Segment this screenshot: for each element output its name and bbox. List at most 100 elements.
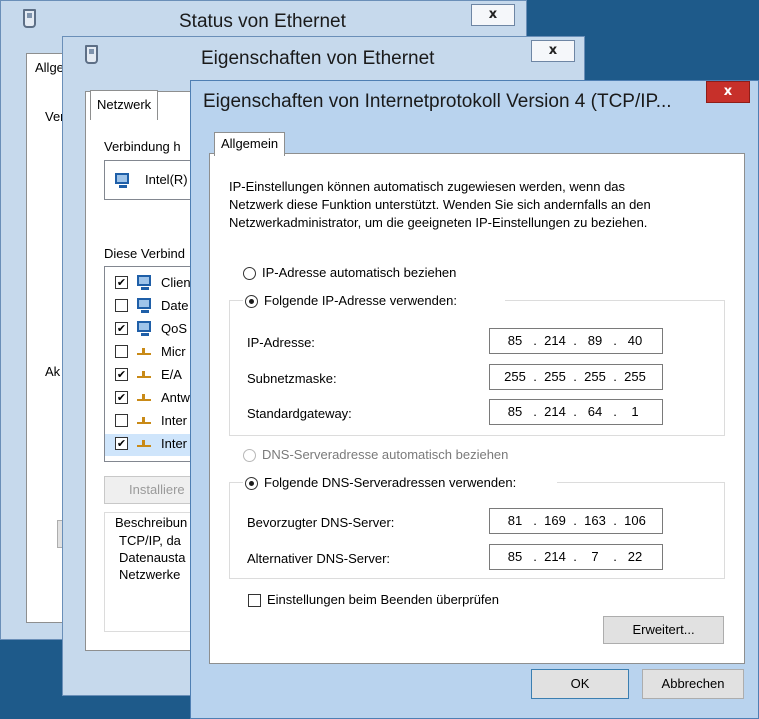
intro-text-line: Netzwerk diese Funktion unterstützt. Wen…	[229, 197, 651, 212]
dns-auto-label: DNS-Serveradresse automatisch beziehen	[262, 447, 509, 462]
protocol-icon	[137, 371, 151, 379]
description-line: Datenausta	[119, 550, 186, 565]
component-label: Micr	[161, 344, 186, 359]
network-client-icon	[137, 275, 151, 290]
ip-octet: 1	[631, 404, 639, 419]
default-gateway-field[interactable]: 85 . 214 . 64 . 1	[489, 399, 663, 425]
network-adapter-icon	[115, 173, 129, 188]
tab-netzwerk[interactable]: Netzwerk	[90, 90, 159, 120]
ipv4-window-title: Eigenschaften von Internetprotokoll Vers…	[203, 91, 672, 112]
protocol-icon	[137, 440, 151, 448]
octet-separator: .	[533, 404, 537, 419]
ip-octet: 255	[584, 369, 606, 384]
component-label: E/A	[161, 367, 182, 382]
ip-octet: 64	[587, 404, 603, 419]
ipv4-titlebar[interactable]: Eigenschaften von Internetprotokoll Vers…	[191, 81, 758, 117]
computer-icon	[137, 298, 151, 313]
components-label: Diese Verbind	[104, 246, 185, 261]
intro-text-line: IP-Einstellungen können automatisch zuge…	[229, 179, 626, 194]
component-label: Antw	[161, 390, 190, 405]
ip-address-label: IP-Adresse:	[247, 335, 315, 350]
ok-button[interactable]: OK	[531, 669, 629, 699]
ip-octet: 214	[544, 333, 566, 348]
network-adapter-icon	[23, 9, 36, 28]
validate-settings-label: Einstellungen beim Beenden überprüfen	[267, 592, 500, 607]
component-label: Clien	[161, 275, 191, 290]
ip-octet: 255	[544, 369, 566, 384]
close-button[interactable]: x	[531, 40, 575, 62]
component-checkbox[interactable]: ✔	[115, 368, 128, 381]
validate-settings-option[interactable]: Einstellungen beim Beenden überprüfen	[248, 590, 548, 612]
component-checkbox[interactable]	[115, 299, 128, 312]
close-button[interactable]: x	[471, 4, 515, 26]
status-titlebar[interactable]: Status von Ethernet x	[1, 1, 526, 37]
preferred-dns-field[interactable]: 81 . 169 . 163 . 106	[489, 508, 663, 534]
ip-octet: 89	[587, 333, 603, 348]
component-checkbox[interactable]: ✔	[115, 437, 128, 450]
dns-manual-radio-option[interactable]: Folgende DNS-Serveradressen verwenden:	[243, 474, 557, 494]
alternate-dns-label: Alternativer DNS-Server:	[247, 551, 391, 566]
component-checkbox[interactable]	[115, 345, 128, 358]
dns-auto-radio-option[interactable]: DNS-Serveradresse automatisch beziehen	[243, 446, 563, 466]
tab-allgemein[interactable]: Allgemein	[214, 132, 286, 156]
ip-auto-radio-option[interactable]: IP-Adresse automatisch beziehen	[243, 264, 503, 284]
properties-titlebar[interactable]: Eigenschaften von Ethernet x	[63, 37, 584, 73]
close-button[interactable]: x	[706, 81, 750, 103]
ip-octet: 85	[507, 549, 523, 564]
octet-separator: .	[613, 549, 617, 564]
component-checkbox[interactable]: ✔	[115, 276, 128, 289]
status-window-title: Status von Ethernet	[179, 11, 346, 32]
component-checkbox[interactable]: ✔	[115, 322, 128, 335]
dns-manual-radio[interactable]	[245, 477, 258, 490]
octet-separator: .	[573, 404, 577, 419]
component-label: Date	[161, 298, 189, 313]
ip-octet: 81	[507, 513, 523, 528]
ip-octet: 22	[627, 549, 643, 564]
ip-octet: 85	[507, 404, 523, 419]
subnet-mask-label: Subnetzmaske:	[247, 371, 337, 386]
description-line: Netzwerke	[119, 567, 181, 582]
ip-manual-radio[interactable]	[245, 295, 258, 308]
description-label: Beschreibun	[115, 515, 188, 530]
ip-address-field[interactable]: 85 . 214 . 89 . 40	[489, 328, 663, 354]
ip-octet: 85	[507, 333, 523, 348]
octet-separator: .	[533, 369, 537, 384]
octet-separator: .	[613, 333, 617, 348]
octet-separator: .	[533, 333, 537, 348]
ipv4-properties-dialog: Eigenschaften von Internetprotokoll Vers…	[190, 80, 759, 719]
computer-icon	[137, 321, 151, 336]
protocol-icon	[137, 348, 151, 356]
ip-manual-radio-option[interactable]: Folgende IP-Adresse verwenden:	[243, 292, 505, 312]
octet-separator: .	[533, 549, 537, 564]
label-fragment-activity: Ak	[45, 364, 61, 379]
alternate-dns-field[interactable]: 85 . 214 . 7 . 22	[489, 544, 663, 570]
connect-using-label: Verbindung h	[104, 139, 181, 154]
default-gateway-label: Standardgateway:	[247, 406, 352, 421]
component-label: Inter	[161, 436, 188, 451]
ip-address-group: Folgende IP-Adresse verwenden: IP-Adress…	[229, 292, 725, 436]
ip-octet: 214	[544, 404, 566, 419]
dns-manual-label: Folgende DNS-Serveradressen verwenden:	[264, 475, 517, 490]
tab-general-fragment[interactable]: Allge	[35, 60, 64, 75]
advanced-button[interactable]: Erweitert...	[603, 616, 724, 644]
octet-separator: .	[573, 513, 577, 528]
cancel-button[interactable]: Abbrechen	[642, 669, 744, 699]
protocol-icon	[137, 394, 151, 402]
octet-separator: .	[613, 404, 617, 419]
ip-manual-label: Folgende IP-Adresse verwenden:	[264, 293, 457, 308]
octet-separator: .	[613, 513, 617, 528]
ip-octet: 169	[544, 513, 566, 528]
component-checkbox[interactable]	[115, 414, 128, 427]
ip-auto-radio[interactable]	[243, 267, 256, 280]
validate-settings-checkbox[interactable]	[248, 594, 261, 607]
dns-server-group: Folgende DNS-Serveradressen verwenden: B…	[229, 474, 725, 579]
subnet-mask-field[interactable]: 255 . 255 . 255 . 255	[489, 364, 663, 390]
ip-octet: 7	[591, 549, 599, 564]
ipv4-tab-panel: Allgemein IP-Einstellungen können automa…	[209, 132, 745, 664]
description-line: TCP/IP, da	[119, 533, 181, 548]
ip-octet: 106	[624, 513, 646, 528]
ip-octet: 163	[584, 513, 606, 528]
dns-auto-radio[interactable]	[243, 449, 256, 462]
component-checkbox[interactable]: ✔	[115, 391, 128, 404]
octet-separator: .	[613, 369, 617, 384]
